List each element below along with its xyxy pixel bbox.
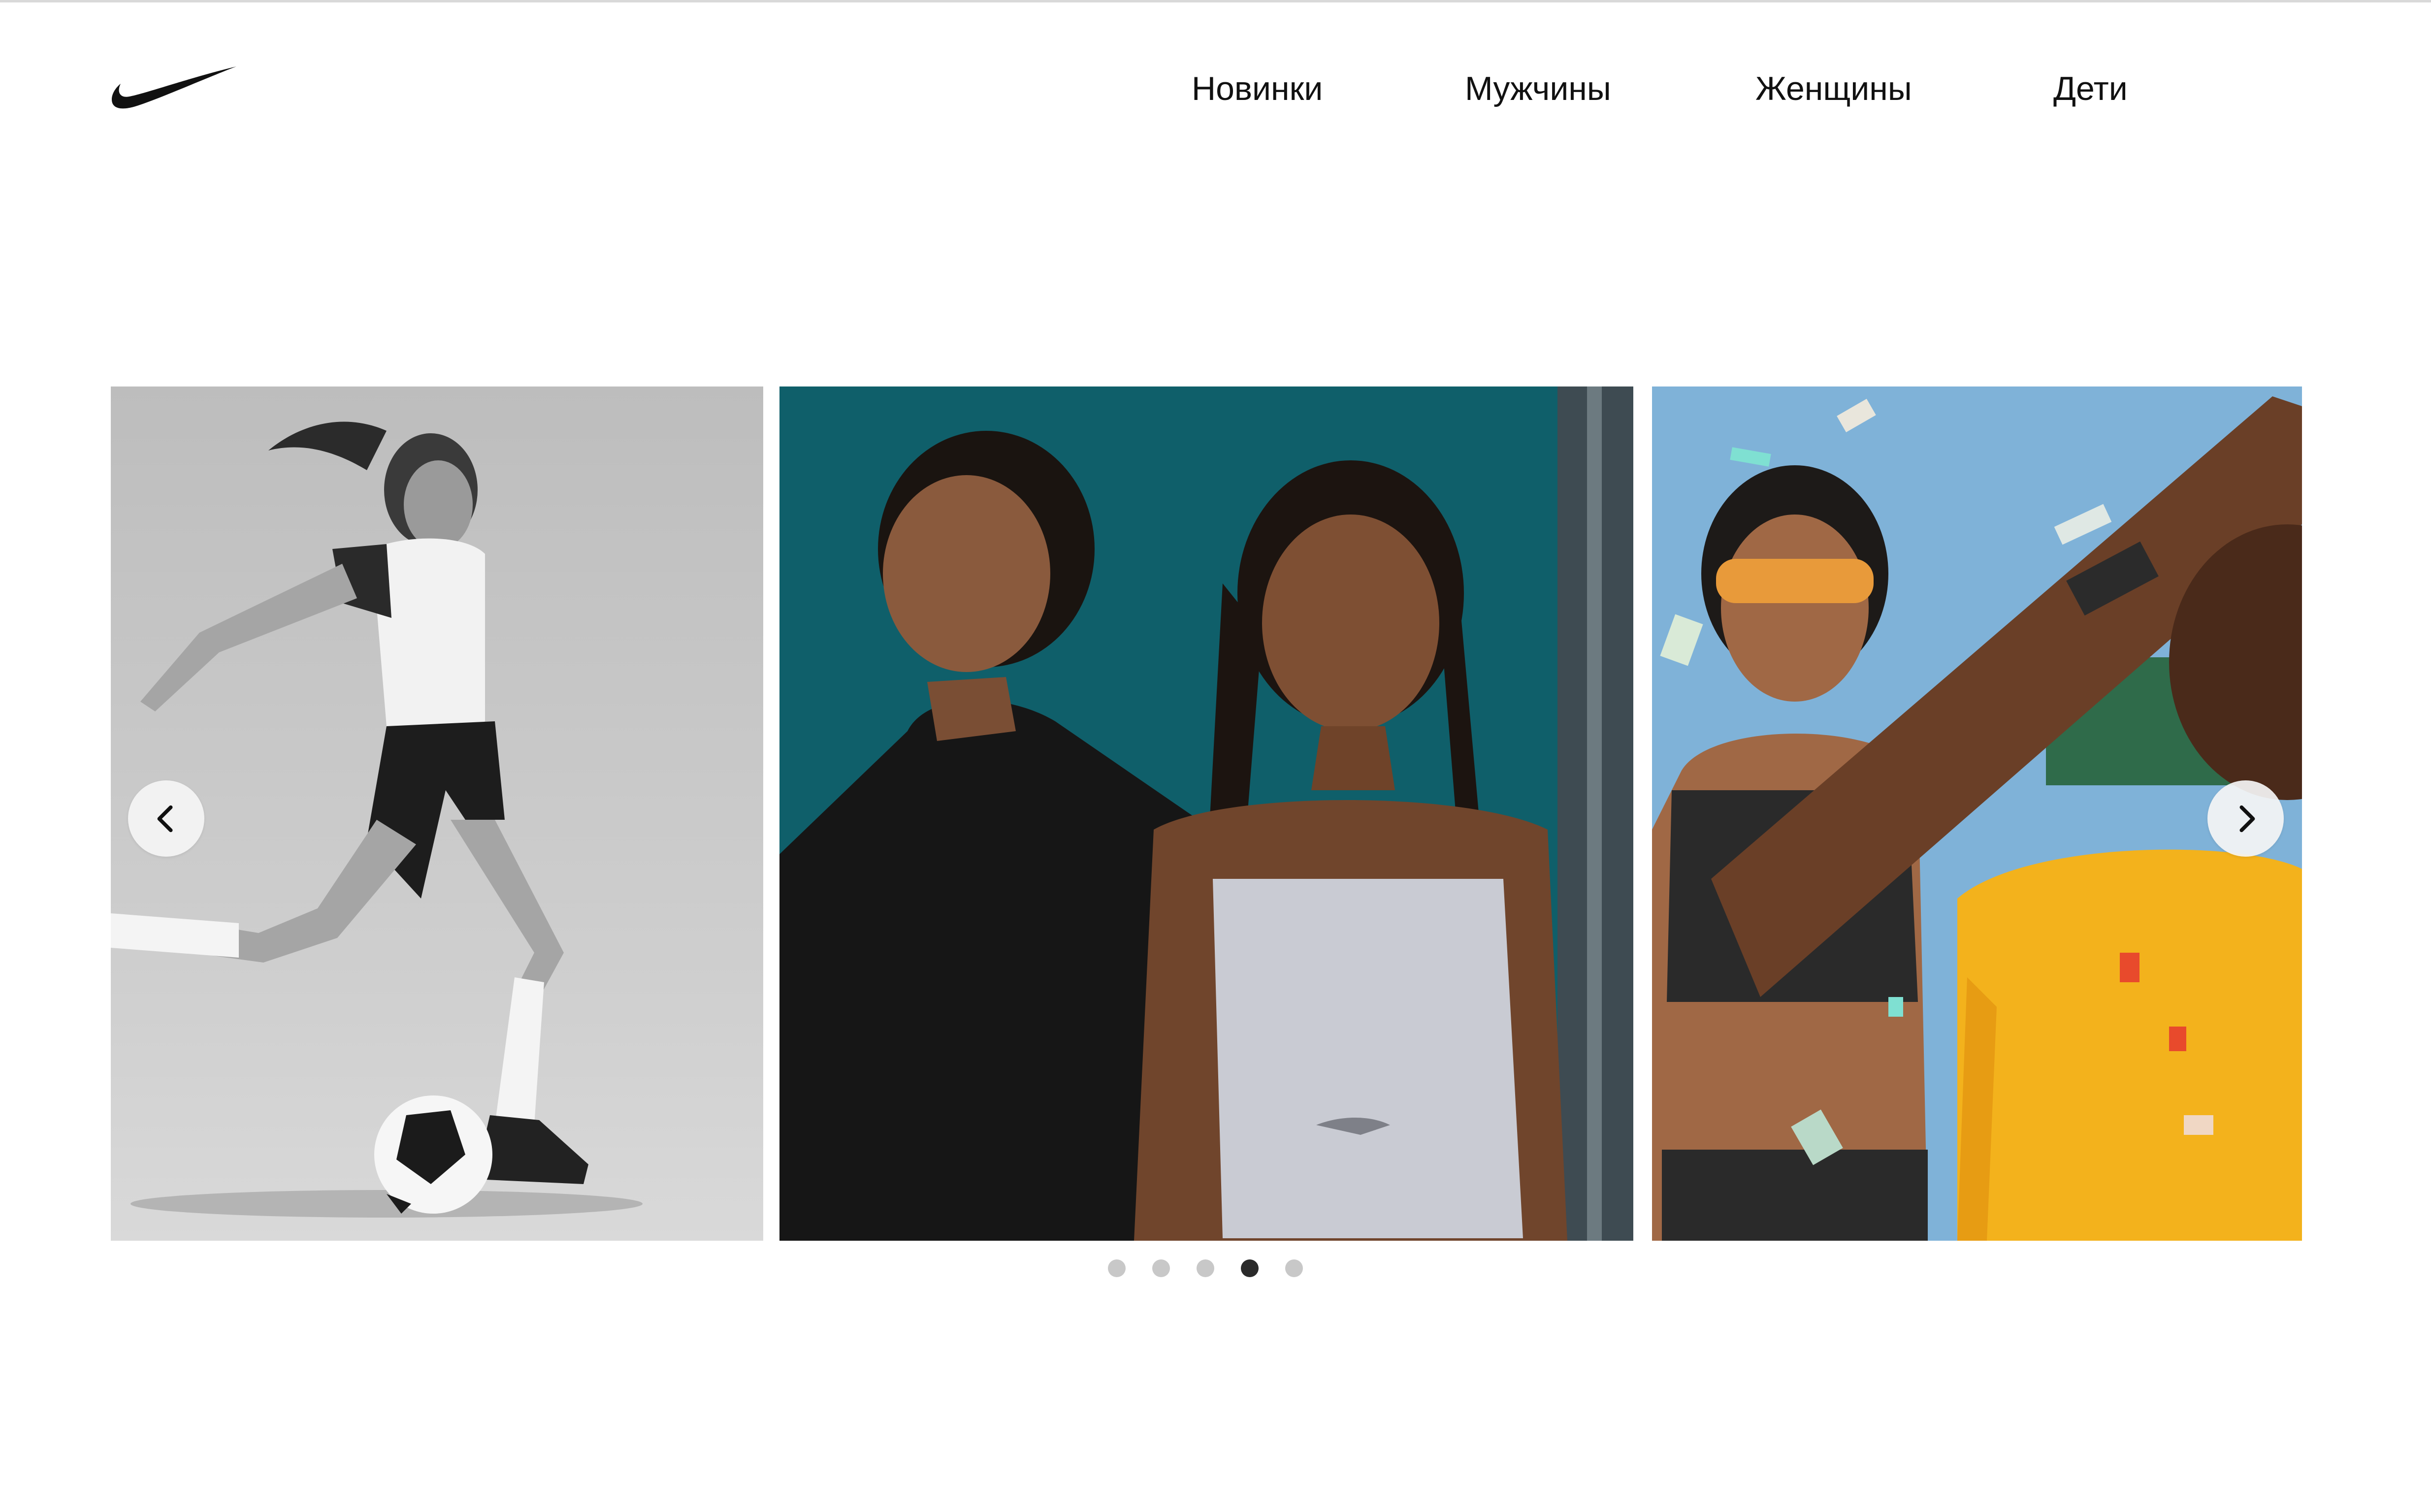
carousel-pagination [0, 1259, 2431, 1279]
nike-swoosh-icon[interactable] [111, 64, 239, 111]
hero-carousel [111, 386, 2302, 1241]
carousel-slide-celebration[interactable] [1652, 386, 2302, 1241]
chevron-right-icon [2239, 805, 2255, 832]
nav-item-kids[interactable]: Дети [2053, 64, 2128, 113]
nav-item-men[interactable]: Мужчины [1465, 64, 1611, 113]
soccer-player-photo [111, 386, 763, 1241]
celebration-confetti-photo [1652, 386, 2302, 1241]
carousel-prev-button[interactable] [128, 780, 204, 857]
nav-item-women[interactable]: Женщины [1755, 64, 1912, 113]
carousel-dot-3[interactable] [1197, 1259, 1214, 1277]
carousel-slide-two-women[interactable] [779, 386, 1633, 1241]
nav-item-new[interactable]: Новинки [1192, 64, 1323, 113]
carousel-dot-2[interactable] [1152, 1259, 1170, 1277]
site-header: Новинки Мужчины Женщины Дети [0, 0, 2431, 177]
carousel-slide-soccer-player[interactable] [111, 386, 763, 1241]
carousel-next-button[interactable] [2207, 780, 2284, 857]
carousel-dot-1[interactable] [1108, 1259, 1126, 1277]
carousel-dot-5[interactable] [1285, 1259, 1303, 1277]
chevron-left-icon [157, 805, 173, 832]
two-women-teal-wall-photo [779, 386, 1633, 1241]
carousel-dot-4[interactable] [1241, 1259, 1259, 1277]
